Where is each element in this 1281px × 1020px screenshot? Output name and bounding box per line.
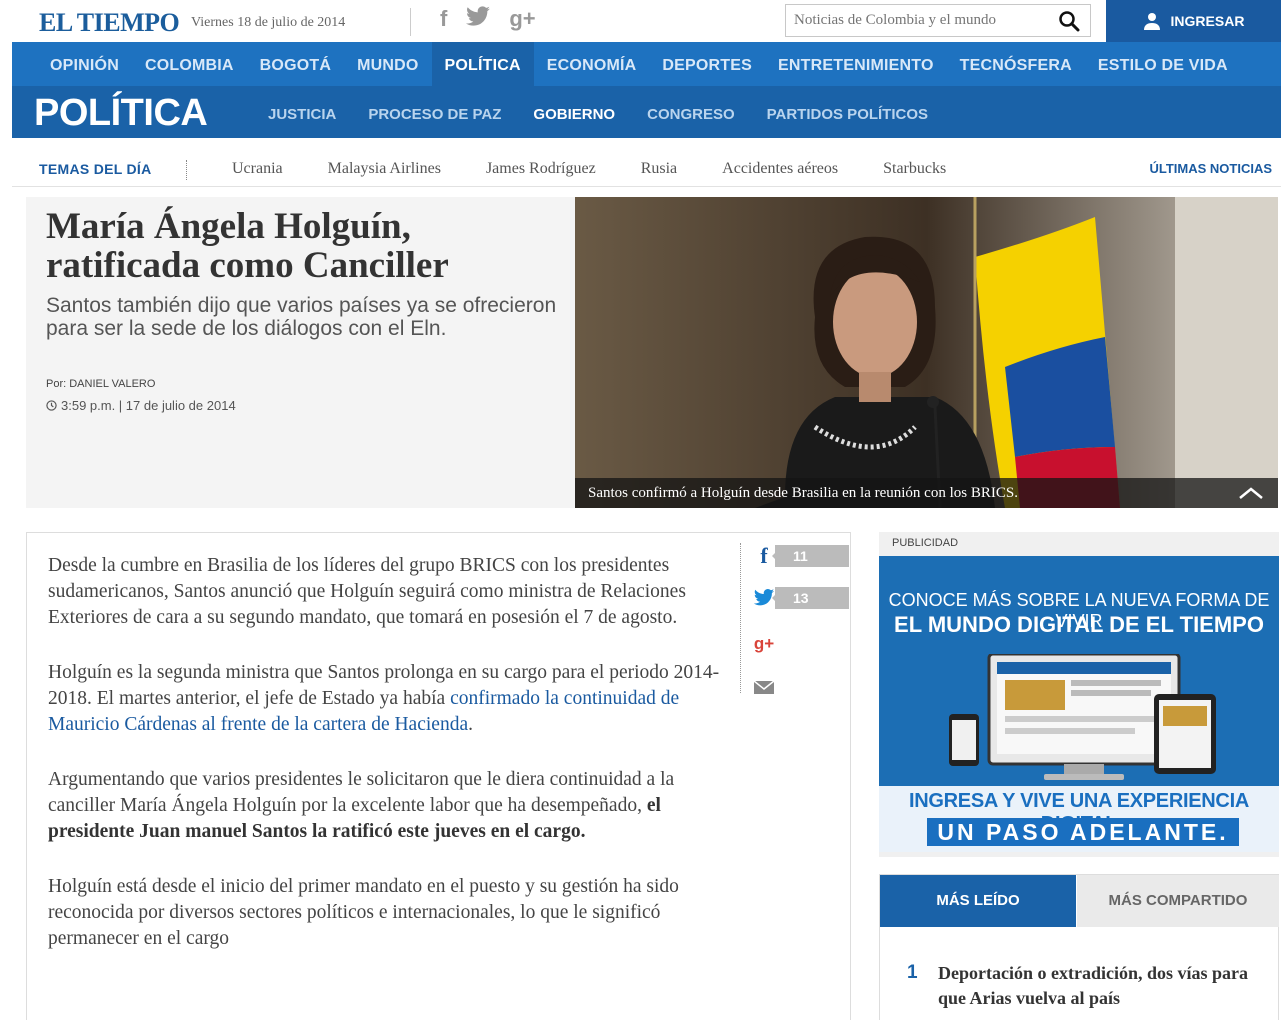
article-subtitle: Santos también dijo que varios países ya… (46, 294, 557, 340)
trending-topics: TEMAS DEL DÍA Ucrania Malaysia Airlines … (12, 150, 1281, 187)
nav-bogota[interactable]: BOGOTÁ (247, 42, 344, 86)
share-googleplus[interactable]: g+ (753, 633, 775, 655)
nav-tecnosfera[interactable]: TECNÓSFERA (947, 42, 1085, 86)
facebook-icon[interactable]: f (440, 6, 447, 32)
hero-photo-illustration (575, 197, 1278, 508)
subnav-proceso-de-paz[interactable]: PROCESO DE PAZ (352, 86, 517, 138)
google-plus-icon[interactable]: g+ (509, 6, 535, 32)
article-body-container: Desde la cumbre en Brasilia de los líder… (26, 532, 851, 1020)
devices-illustration (949, 654, 1216, 780)
divider (186, 160, 187, 180)
site-logo[interactable]: EL TIEMPO (39, 8, 180, 38)
share-bar: f 11 13 g+ (740, 543, 849, 694)
advertisement-container: PUBLICIDAD CONOCE MÁS SOBRE LA NUEVA FOR… (879, 532, 1279, 857)
article-title: María Ángela Holguín, ratificada como Ca… (46, 206, 449, 286)
topic-link[interactable]: Rusia (641, 160, 677, 178)
topic-link[interactable]: James Rodríguez (486, 160, 596, 178)
article-paragraph: Argumentando que varios presidentes le s… (48, 767, 720, 845)
trending-list: Ucrania Malaysia Airlines James Rodrígue… (232, 160, 946, 178)
section-bar: POLÍTICA JUSTICIA PROCESO DE PAZ GOBIERN… (12, 86, 1281, 138)
latest-news-link[interactable]: ÚLTIMAS NOTICIAS (1149, 161, 1272, 176)
tab-most-shared[interactable]: MÁS COMPARTIDO (1077, 875, 1279, 927)
subnav-gobierno[interactable]: GOBIERNO (517, 86, 631, 138)
nav-deportes[interactable]: DEPORTES (649, 42, 765, 86)
top-bar: EL TIEMPO Viernes 18 de julio de 2014 f … (12, 0, 1281, 42)
social-links: f g+ (440, 6, 536, 32)
article-hero: María Ángela Holguín, ratificada como Ca… (26, 197, 1278, 508)
topic-link[interactable]: Starbucks (883, 160, 946, 178)
twitter-share-count: 13 (772, 587, 849, 609)
article-body: Desde la cumbre en Brasilia de los líder… (48, 553, 720, 981)
ad-footer: INGRESA Y VIVE UNA EXPERIENCIA DIGITAL U… (879, 786, 1279, 852)
rank-number: 1 (907, 962, 918, 983)
current-date: Viernes 18 de julio de 2014 (191, 15, 346, 30)
nav-opinion[interactable]: OPINIÓN (12, 42, 132, 86)
share-email[interactable] (753, 676, 775, 698)
most-read-link[interactable]: Deportación o extradición, dos vías para… (938, 961, 1248, 1011)
user-icon (1143, 13, 1160, 30)
hero-photo[interactable]: Santos confirmó a Holguín desde Brasilia… (575, 197, 1278, 508)
chevron-up-icon[interactable] (1238, 486, 1264, 500)
facebook-share-count: 11 (772, 545, 849, 567)
article-paragraph: Holguín está desde el inicio del primer … (48, 876, 679, 949)
photo-caption: Santos confirmó a Holguín desde Brasilia… (575, 478, 1278, 508)
article-byline: Por: DANIEL VALERO (46, 378, 156, 390)
login-label: INGRESAR (1170, 13, 1245, 29)
topic-link[interactable]: Ucrania (232, 160, 283, 178)
nav-entretenimiento[interactable]: ENTRETENIMIENTO (765, 42, 947, 86)
nav-politica[interactable]: POLÍTICA (431, 42, 534, 86)
advertisement[interactable]: CONOCE MÁS SOBRE LA NUEVA FORMA DE VIVIR… (879, 556, 1279, 852)
search-input[interactable] (786, 5, 1046, 36)
nav-economia[interactable]: ECONOMÍA (534, 42, 650, 86)
login-button[interactable]: INGRESAR (1106, 0, 1281, 42)
share-twitter[interactable]: 13 (753, 587, 849, 609)
caption-text: Santos confirmó a Holguín desde Brasilia… (588, 485, 1018, 501)
paragraph-text: Argumentando que varios presidentes le s… (48, 769, 675, 816)
nav-mundo[interactable]: MUNDO (344, 42, 431, 86)
datetime-text: 3:59 p.m. | 17 de julio de 2014 (61, 398, 236, 413)
topic-link[interactable]: Accidentes aéreos (722, 160, 838, 178)
clock-icon (46, 400, 57, 411)
twitter-icon[interactable] (465, 6, 491, 28)
main-nav: OPINIÓN COLOMBIA BOGOTÁ MUNDO POLÍTICA E… (12, 42, 1281, 86)
trending-label: TEMAS DEL DÍA (39, 161, 152, 177)
ad-title: EL MUNDO DIGITAL DE EL TIEMPO (894, 612, 1264, 637)
subnav-partidos-politicos[interactable]: PARTIDOS POLÍTICOS (751, 86, 944, 138)
divider (410, 8, 411, 36)
email-icon[interactable] (753, 676, 775, 698)
section-subnav: JUSTICIA PROCESO DE PAZ GOBIERNO CONGRES… (252, 86, 944, 138)
paragraph-text: . (468, 714, 473, 735)
subnav-justicia[interactable]: JUSTICIA (252, 86, 352, 138)
section-title[interactable]: POLÍTICA (34, 92, 208, 135)
article-paragraph: Desde la cumbre en Brasilia de los líder… (48, 555, 686, 628)
article-paragraph: Holguín es la segunda ministra que Santo… (48, 660, 720, 738)
share-facebook[interactable]: f 11 (753, 543, 849, 568)
ad-label: PUBLICIDAD (892, 537, 959, 549)
google-plus-icon[interactable]: g+ (753, 633, 775, 655)
topic-link[interactable]: Malaysia Airlines (328, 160, 441, 178)
subnav-congreso[interactable]: CONGRESO (631, 86, 751, 138)
ad-cta[interactable]: UN PASO ADELANTE. (927, 818, 1239, 846)
search-box (785, 4, 1091, 37)
search-icon[interactable] (1058, 10, 1080, 32)
nav-estilo-de-vida[interactable]: ESTILO DE VIDA (1085, 42, 1241, 86)
tab-most-read[interactable]: MÁS LEÍDO (880, 875, 1076, 927)
article-datetime: 3:59 p.m. | 17 de julio de 2014 (46, 398, 236, 413)
popular-tabs: MÁS LEÍDO MÁS COMPARTIDO 1 Deportación o… (879, 874, 1279, 1020)
nav-colombia[interactable]: COLOMBIA (132, 42, 247, 86)
